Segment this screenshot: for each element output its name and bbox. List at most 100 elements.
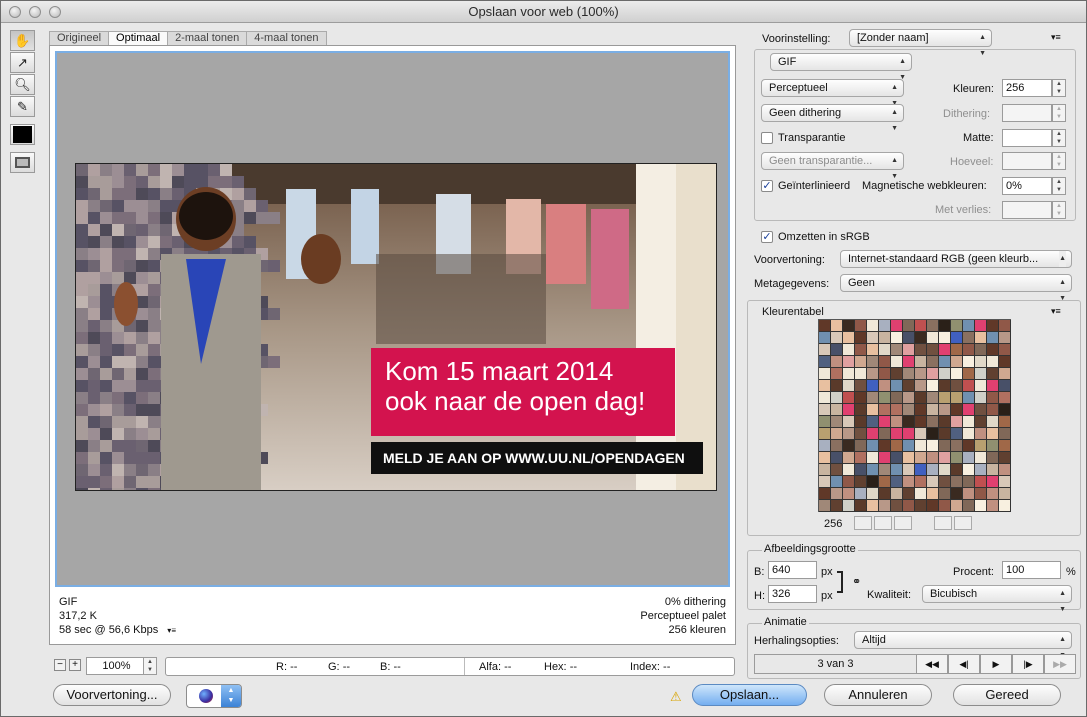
palette-swatch[interactable] [831,488,843,500]
palette-swatch[interactable] [891,488,903,500]
warning-icon[interactable]: ⚠ [670,689,682,705]
palette-swatch[interactable] [975,320,987,332]
palette-swatch[interactable] [915,476,927,488]
palette-swatch[interactable] [987,356,999,368]
palette-swatch[interactable] [939,380,951,392]
palette-swatch[interactable] [867,488,879,500]
palette-swatch[interactable] [879,464,891,476]
palette-swatch[interactable] [975,356,987,368]
matte-input[interactable] [1002,129,1052,147]
palette-swatch[interactable] [999,344,1011,356]
palette-swatch[interactable] [987,428,999,440]
palette-swatch[interactable] [927,344,939,356]
palette-swatch[interactable] [987,404,999,416]
lock-color-icon[interactable] [894,516,912,530]
palette-swatch[interactable] [843,368,855,380]
palette-swatch[interactable] [819,392,831,404]
palette-swatch[interactable] [915,488,927,500]
colors-input[interactable]: 256 [1002,79,1052,97]
palette-swatch[interactable] [963,476,975,488]
palette-swatch[interactable] [999,368,1011,380]
palette-swatch[interactable] [951,344,963,356]
web-shift-icon[interactable] [874,516,892,530]
palette-swatch[interactable] [819,428,831,440]
palette-swatch[interactable] [987,476,999,488]
palette-swatch[interactable] [843,440,855,452]
palette-swatch[interactable] [939,332,951,344]
palette-swatch[interactable] [939,368,951,380]
palette-swatch[interactable] [915,344,927,356]
lossy-input[interactable] [1002,201,1052,219]
palette-swatch[interactable] [831,428,843,440]
palette-swatch[interactable] [855,464,867,476]
palette-swatch[interactable] [891,500,903,512]
palette-swatch[interactable] [927,440,939,452]
palette-swatch[interactable] [999,500,1011,512]
delete-color-icon[interactable] [954,516,972,530]
palette-swatch[interactable] [915,452,927,464]
palette-swatch[interactable] [831,368,843,380]
palette-swatch[interactable] [951,368,963,380]
palette-swatch[interactable] [843,392,855,404]
palette-swatch[interactable] [843,380,855,392]
palette-swatch[interactable] [891,428,903,440]
palette-swatch[interactable] [987,380,999,392]
palette-swatch[interactable] [999,428,1011,440]
percent-input[interactable]: 100 [1002,561,1061,579]
eyedropper-tool-icon[interactable]: ✎ [10,96,35,117]
color-table-menu-icon[interactable]: ▾≡ [1051,306,1061,317]
zoom-out-button[interactable]: − [54,659,66,671]
palette-swatch[interactable] [903,404,915,416]
palette-swatch[interactable] [831,440,843,452]
palette-swatch[interactable] [951,416,963,428]
palette-swatch[interactable] [831,500,843,512]
palette-swatch[interactable] [843,464,855,476]
palette-swatch[interactable] [975,332,987,344]
palette-swatch[interactable] [999,392,1011,404]
palette-swatch[interactable] [915,356,927,368]
palette-swatch[interactable] [843,416,855,428]
palette-swatch[interactable] [879,488,891,500]
palette-swatch[interactable] [963,416,975,428]
palette-swatch[interactable] [891,440,903,452]
palette-swatch[interactable] [867,428,879,440]
browser-select[interactable]: ▲ ▼ [186,684,242,708]
palette-swatch[interactable] [963,488,975,500]
palette-swatch[interactable] [915,500,927,512]
palette-swatch[interactable] [855,500,867,512]
palette-swatch[interactable] [927,500,939,512]
palette-swatch[interactable] [843,356,855,368]
palette-swatch[interactable] [867,332,879,344]
palette-swatch[interactable] [903,344,915,356]
palette-swatch[interactable] [975,404,987,416]
zoom-in-button[interactable]: + [69,659,81,671]
palette-swatch[interactable] [867,368,879,380]
palette-swatch[interactable] [951,464,963,476]
palette-swatch[interactable] [855,368,867,380]
preview-profile-select[interactable]: Internet-standaard RGB (geen kleurb... ▲▼ [840,250,1072,268]
link-proportions-icon[interactable]: ⚭ [852,575,861,588]
palette-swatch[interactable] [891,368,903,380]
palette-swatch[interactable] [843,404,855,416]
palette-swatch[interactable] [927,404,939,416]
palette-swatch[interactable] [999,440,1011,452]
palette-swatch[interactable] [855,428,867,440]
palette-swatch[interactable] [939,500,951,512]
palette-swatch[interactable] [915,440,927,452]
palette-swatch[interactable] [975,416,987,428]
palette-swatch[interactable] [987,392,999,404]
palette-swatch[interactable] [843,332,855,344]
palette-swatch[interactable] [831,344,843,356]
web-snap-stepper[interactable]: ▲ ▼ [1052,177,1066,195]
palette-swatch[interactable] [903,476,915,488]
palette-swatch[interactable] [903,416,915,428]
palette-swatch[interactable] [867,380,879,392]
toggle-slices-icon[interactable] [10,152,35,173]
palette-swatch[interactable] [963,344,975,356]
palette-swatch[interactable] [951,440,963,452]
palette-swatch[interactable] [879,452,891,464]
last-frame-icon[interactable]: ▶▶ [1044,654,1076,674]
palette-swatch[interactable] [975,428,987,440]
palette-swatch[interactable] [999,488,1011,500]
palette-swatch[interactable] [879,416,891,428]
